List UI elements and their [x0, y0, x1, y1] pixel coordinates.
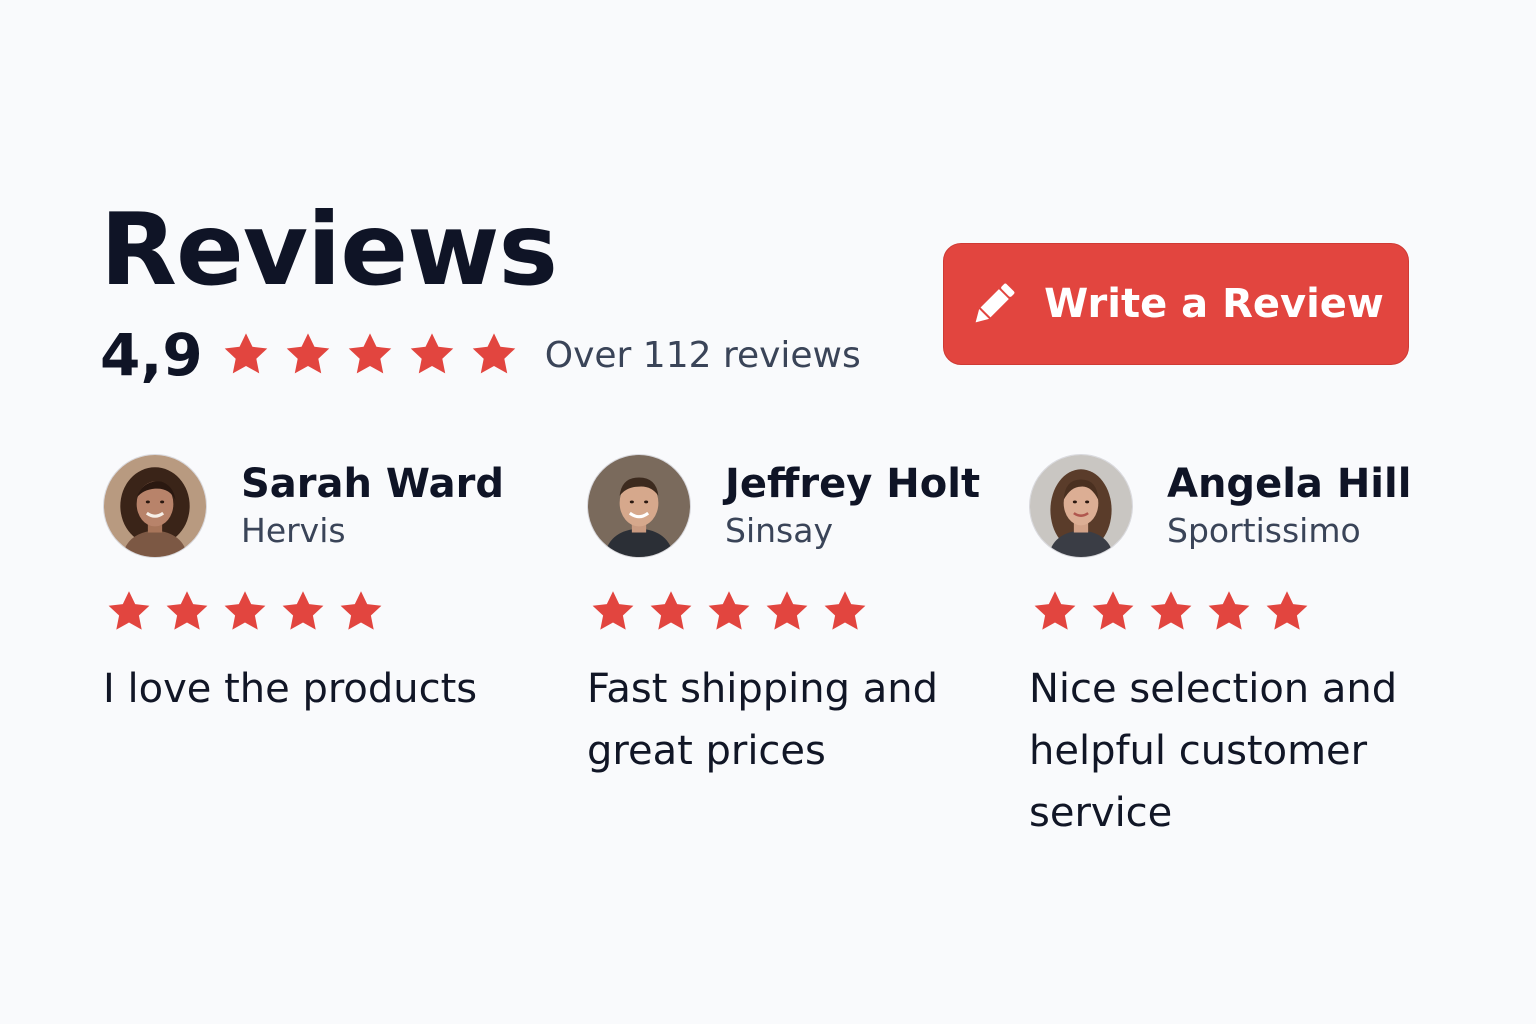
average-star-rating — [221, 330, 531, 380]
pencil-icon — [975, 283, 1015, 323]
review-text: Nice selection and helpful customer serv… — [1029, 666, 1398, 836]
review-star-rating — [105, 588, 503, 636]
review-text: Fast shipping and great prices — [587, 666, 938, 774]
star-icon — [105, 588, 153, 636]
star-icon — [1147, 588, 1195, 636]
page-title: Reviews — [100, 191, 558, 308]
avatar — [587, 454, 691, 558]
average-rating: 4,9 — [100, 321, 203, 389]
write-review-button[interactable]: Write a Review — [943, 243, 1409, 365]
rating-summary: 4,9 Over 112 reviews — [100, 322, 861, 388]
star-icon — [589, 588, 637, 636]
reviewer-name: Sarah Ward — [241, 461, 504, 507]
reviewer-name: Angela Hill — [1167, 461, 1412, 507]
star-icon — [221, 588, 269, 636]
star-icon — [1205, 588, 1253, 636]
review-card: Jeffrey Holt Sinsay Fast shipping and gr… — [587, 454, 987, 782]
review-card: Angela Hill Sportissimo Nice selection a… — [1029, 454, 1439, 844]
star-icon — [221, 330, 271, 380]
reviewer-store: Sportissimo — [1167, 511, 1361, 550]
star-icon — [337, 588, 385, 636]
star-icon — [705, 588, 753, 636]
write-review-label: Write a Review — [1044, 281, 1384, 327]
star-icon — [283, 330, 333, 380]
review-star-rating — [1031, 588, 1439, 636]
star-icon — [407, 330, 457, 380]
review-card: Sarah Ward Hervis I love the products — [103, 454, 504, 720]
reviewer-name: Jeffrey Holt — [725, 461, 981, 507]
star-icon — [821, 588, 869, 636]
review-star-rating — [589, 588, 987, 636]
star-icon — [1089, 588, 1137, 636]
star-icon — [279, 588, 327, 636]
avatar — [1029, 454, 1133, 558]
star-icon — [163, 588, 211, 636]
reviewer-store: Hervis — [241, 511, 346, 550]
review-count: Over 112 reviews — [544, 334, 861, 376]
star-icon — [763, 588, 811, 636]
star-icon — [469, 330, 519, 380]
reviewer-store: Sinsay — [725, 511, 833, 550]
star-icon — [345, 330, 395, 380]
star-icon — [1263, 588, 1311, 636]
avatar — [103, 454, 207, 558]
review-text: I love the products — [103, 666, 478, 712]
star-icon — [647, 588, 695, 636]
star-icon — [1031, 588, 1079, 636]
